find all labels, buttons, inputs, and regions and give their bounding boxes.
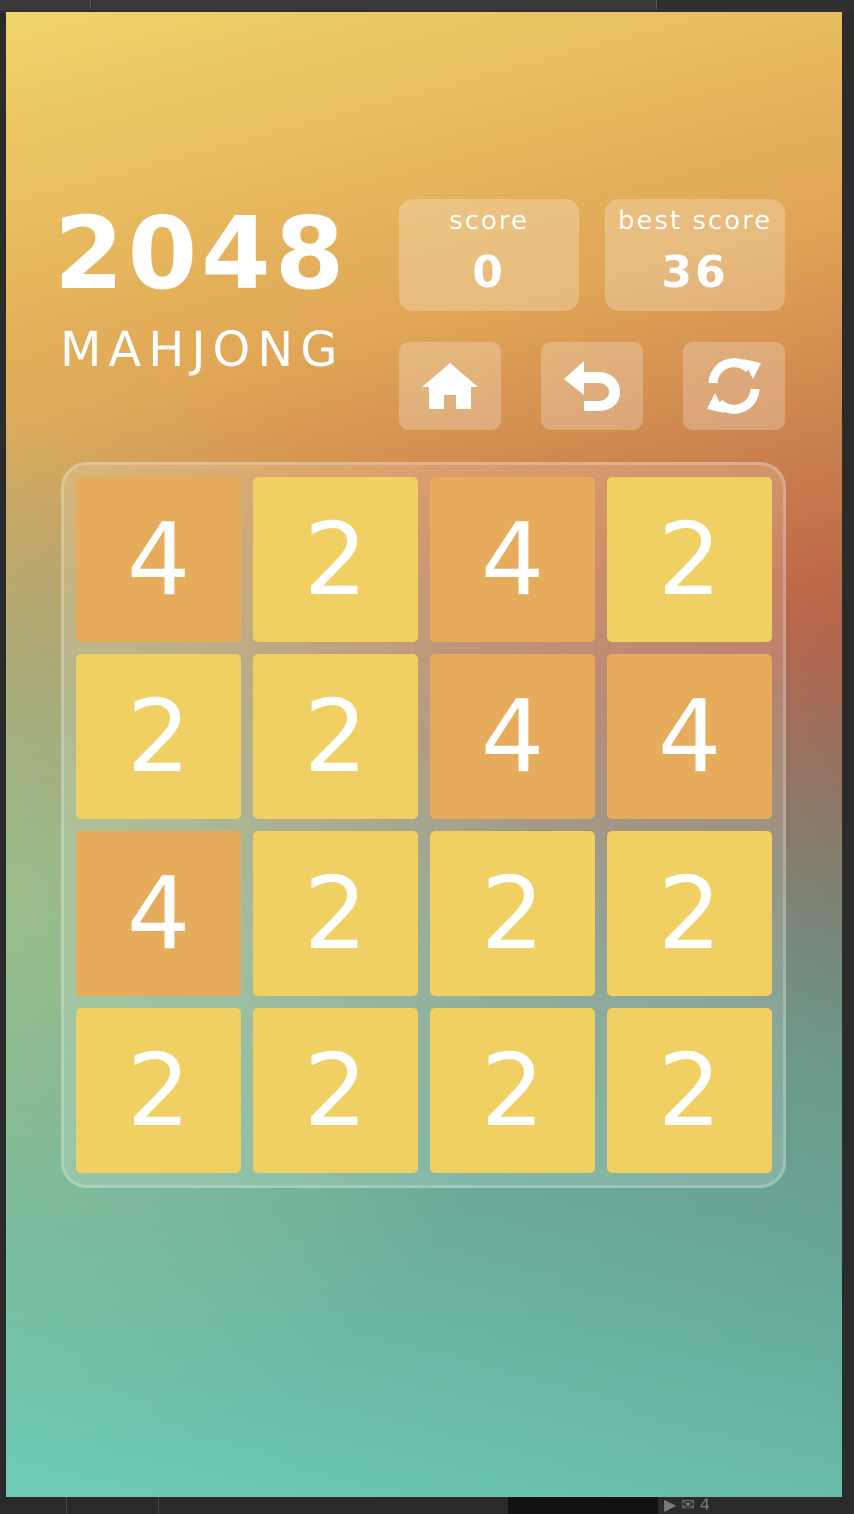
- score-label: score: [449, 206, 529, 236]
- tile-r4-c1: 2: [76, 1008, 241, 1173]
- restart-button[interactable]: [683, 342, 785, 430]
- undo-icon: [564, 361, 620, 411]
- home-icon: [422, 363, 478, 409]
- tile-r4-c2: 2: [253, 1008, 418, 1173]
- window-bottom-bar: ▶ ✉ 4: [0, 1495, 854, 1514]
- tile-r4-c4: 2: [607, 1008, 772, 1173]
- bottom-bar-segment: [158, 1497, 159, 1514]
- game-screen: 2048 MAHJONG score 0 best score 36 4 2 4…: [6, 12, 842, 1497]
- tile-r1-c3: 4: [430, 477, 595, 642]
- tile-r3-c1: 4: [76, 831, 241, 996]
- game-subtitle: MAHJONG: [60, 322, 345, 378]
- status-count: 4: [699, 1495, 711, 1514]
- game-board[interactable]: 4242224442222222: [61, 462, 786, 1188]
- tile-r4-c3: 2: [430, 1008, 595, 1173]
- score-value: 0: [472, 247, 506, 298]
- bottom-bar-status: ▶ ✉ 4: [664, 1495, 710, 1514]
- play-icon: ▶: [664, 1495, 677, 1514]
- tile-r1-c2: 2: [253, 477, 418, 642]
- bottom-bar-segment: [66, 1497, 67, 1514]
- game-title: 2048: [54, 195, 349, 312]
- tile-r2-c1: 2: [76, 654, 241, 819]
- tile-r1-c1: 4: [76, 477, 241, 642]
- best-score-box: best score 36: [605, 199, 785, 311]
- home-button[interactable]: [399, 342, 501, 430]
- tile-r2-c4: 4: [607, 654, 772, 819]
- tile-r3-c2: 2: [253, 831, 418, 996]
- restart-icon: [707, 358, 761, 414]
- bottom-bar-dark-panel: [508, 1497, 658, 1514]
- top-bar-segment: [0, 0, 91, 10]
- mail-icon: ✉: [681, 1495, 695, 1514]
- best-score-value: 36: [661, 247, 729, 298]
- tile-r3-c3: 2: [430, 831, 595, 996]
- best-score-label: best score: [617, 206, 773, 236]
- top-bar-segment: [92, 0, 657, 10]
- tile-r1-c4: 2: [607, 477, 772, 642]
- score-box: score 0: [399, 199, 579, 311]
- tile-r2-c3: 4: [430, 654, 595, 819]
- undo-button[interactable]: [541, 342, 643, 430]
- window-top-bar: [0, 0, 854, 12]
- tile-r2-c2: 2: [253, 654, 418, 819]
- tile-r3-c4: 2: [607, 831, 772, 996]
